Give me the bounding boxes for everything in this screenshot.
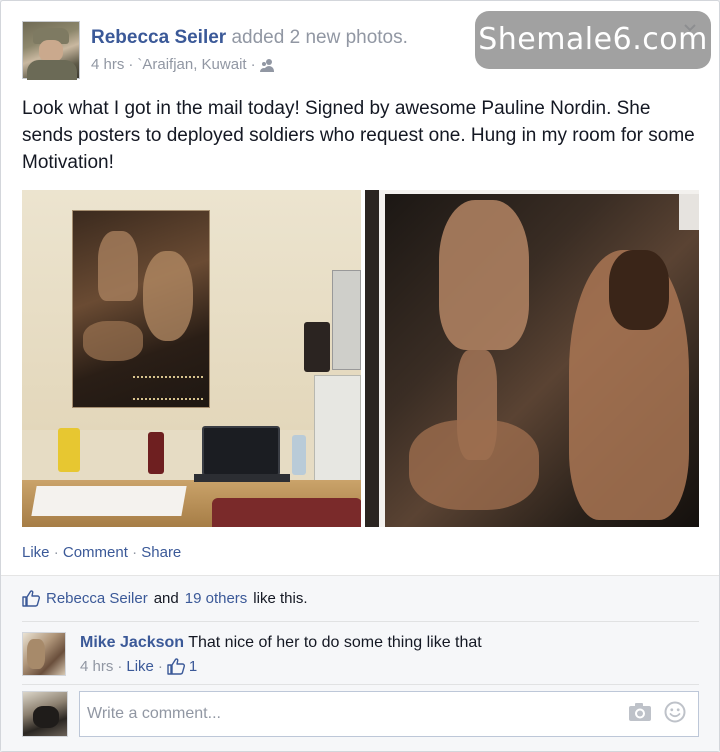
meta-separator: · bbox=[128, 56, 134, 73]
others-link[interactable]: 19 others bbox=[185, 590, 248, 607]
photo-monitor-shape bbox=[332, 270, 361, 370]
avatar-face-shape bbox=[39, 40, 63, 62]
photo-poster-shape bbox=[72, 210, 210, 408]
post-meta: 4 hrs · `Araifjan, Kuwait · bbox=[91, 56, 278, 73]
photo-laptop-shape bbox=[202, 426, 280, 476]
post-header: Rebecca Seiler added 2 new photos. bbox=[91, 27, 408, 49]
thumbs-up-icon bbox=[22, 590, 40, 607]
comment-timestamp[interactable]: 4 hrs bbox=[80, 658, 113, 675]
camera-icon[interactable] bbox=[628, 702, 664, 727]
smiley-icon[interactable] bbox=[664, 701, 698, 728]
viewer-avatar[interactable] bbox=[22, 691, 68, 737]
comment-input[interactable] bbox=[80, 692, 628, 736]
poster-text-shape bbox=[133, 376, 203, 400]
photo-room-poster[interactable] bbox=[22, 190, 361, 527]
share-button[interactable]: Share bbox=[141, 544, 181, 561]
photo-paper-shape bbox=[31, 486, 187, 516]
comment-meta: 4 hrs · Like · 1 bbox=[80, 658, 197, 675]
liker-name-link[interactable]: Rebecca Seiler bbox=[46, 590, 148, 607]
friends-icon[interactable] bbox=[260, 58, 278, 72]
poster-figure-shape bbox=[83, 321, 143, 361]
post-card: Rebecca Seiler added 2 new photos. 4 hrs… bbox=[0, 0, 720, 752]
watermark-overlay: Shemale6.com bbox=[475, 11, 711, 69]
poster-figure-shape bbox=[98, 231, 138, 301]
avatar-body-shape bbox=[27, 60, 77, 80]
post-actions-bar: Like · Comment · Share bbox=[22, 544, 181, 561]
post-location-link[interactable]: `Araifjan, Kuwait bbox=[137, 56, 246, 73]
photo-bottle-shape bbox=[292, 435, 306, 475]
comment-like-button[interactable]: Like bbox=[126, 658, 154, 675]
likes-and-text: and bbox=[153, 590, 179, 607]
comment-like-count[interactable]: 1 bbox=[189, 658, 197, 675]
author-avatar[interactable] bbox=[22, 21, 80, 80]
poster-frame-shape bbox=[379, 190, 699, 527]
divider bbox=[22, 621, 699, 622]
comment-text: That nice of her to do some thing like t… bbox=[188, 634, 482, 651]
thumbs-up-icon[interactable] bbox=[167, 658, 185, 675]
photo-poster-closeup[interactable] bbox=[365, 190, 699, 527]
photo-laptop-base-shape bbox=[194, 474, 290, 482]
photo-cabinet-shape bbox=[314, 375, 361, 495]
photo-tub-shape bbox=[304, 322, 330, 372]
post-body-text: Look what I got in the mail today! Signe… bbox=[22, 98, 695, 173]
post-action-text: added 2 new photos. bbox=[231, 27, 408, 48]
comment-meta-separator: · bbox=[117, 658, 123, 675]
meta-separator: · bbox=[250, 56, 256, 73]
comment-meta-separator: · bbox=[157, 658, 163, 675]
poster-figure-shape bbox=[143, 251, 193, 341]
closeup-poster-shape bbox=[379, 190, 699, 527]
comment-button[interactable]: Comment bbox=[63, 544, 128, 561]
post-timestamp[interactable]: 4 hrs bbox=[91, 56, 124, 73]
comment-composer bbox=[79, 691, 699, 737]
likes-suffix-text: like this. bbox=[253, 590, 308, 607]
viewer-avatar-figure bbox=[33, 706, 59, 728]
action-separator: · bbox=[53, 544, 59, 561]
commenter-avatar-figure bbox=[27, 639, 45, 669]
photo-chair-shape bbox=[212, 498, 361, 527]
like-button[interactable]: Like bbox=[22, 544, 50, 561]
photo-jar-shape bbox=[58, 428, 80, 472]
commenter-name-link[interactable]: Mike Jackson bbox=[80, 634, 184, 651]
action-separator: · bbox=[132, 544, 138, 561]
commenter-avatar[interactable] bbox=[22, 632, 66, 676]
photo-jar-shape bbox=[148, 432, 164, 474]
comment-item: Mike Jackson That nice of her to do some… bbox=[80, 634, 482, 652]
likes-summary: Rebecca Seiler and 19 others like this. bbox=[22, 590, 307, 607]
divider bbox=[22, 684, 699, 685]
author-name-link[interactable]: Rebecca Seiler bbox=[91, 27, 226, 48]
